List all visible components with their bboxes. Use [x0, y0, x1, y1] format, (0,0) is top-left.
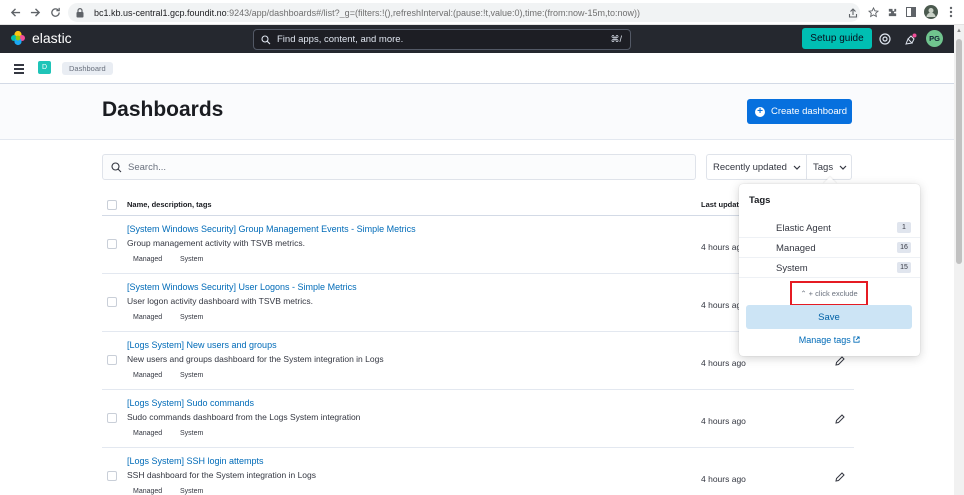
page-header: Dashboards + Create dashboard: [0, 84, 954, 140]
select-all-checkbox[interactable]: [107, 200, 117, 210]
manage-tags-link[interactable]: Manage tags: [739, 335, 920, 345]
external-link-icon: [853, 336, 860, 343]
scrollbar-thumb[interactable]: [956, 39, 962, 264]
tags-popover-title: Tags: [749, 195, 771, 206]
dashboard-title-link[interactable]: [Logs System] New users and groups: [127, 340, 277, 350]
row-checkbox[interactable]: [107, 355, 117, 365]
edit-pencil-icon[interactable]: [834, 355, 846, 367]
last-updated: 4 hours ago: [701, 358, 746, 368]
table-row: [Logs System] Sudo commands Sudo command…: [102, 390, 854, 448]
column-header-name[interactable]: Name, description, tags: [127, 200, 212, 209]
forward-icon[interactable]: [26, 3, 44, 21]
search-icon: [111, 161, 122, 172]
global-search-input[interactable]: Find apps, content, and more. ⌘/: [253, 29, 631, 50]
tag-option-label: System: [776, 263, 808, 274]
kibana-header: elastic Find apps, content, and more. ⌘/…: [0, 25, 964, 53]
tag-count-badge: 15: [897, 262, 911, 273]
save-button[interactable]: Save: [746, 305, 912, 329]
scroll-up-arrow-icon[interactable]: ▲: [956, 28, 962, 34]
more-vert-icon[interactable]: [942, 3, 960, 21]
dashboard-description: User logon activity dashboard with TSVB …: [127, 296, 313, 306]
search-shortcut-hint: ⌘/: [610, 34, 622, 44]
global-search-placeholder: Find apps, content, and more.: [277, 34, 404, 45]
share-icon[interactable]: [844, 4, 862, 22]
search-input[interactable]: [128, 161, 688, 173]
tag-count-badge: 16: [897, 242, 911, 253]
lock-icon: [76, 7, 86, 18]
sidebar-icon[interactable]: [902, 3, 920, 21]
create-dashboard-button[interactable]: + Create dashboard: [747, 99, 852, 124]
tag-badge[interactable]: System: [180, 372, 204, 379]
last-updated: 4 hours ago: [701, 416, 746, 426]
brand-name: elastic: [32, 30, 72, 46]
edit-pencil-icon[interactable]: [834, 413, 846, 425]
tags-label: Tags: [813, 161, 834, 173]
url-text: bc1.kb.us-central1.gcp.foundit.no:9243/a…: [94, 7, 641, 18]
browser-toolbar: bc1.kb.us-central1.gcp.foundit.no:9243/a…: [0, 0, 964, 25]
search-icon: [261, 34, 271, 44]
sort-dropdown[interactable]: Recently updated: [706, 154, 806, 180]
tag-badge[interactable]: System: [180, 314, 204, 321]
dashboard-title-link[interactable]: [System Windows Security] Group Manageme…: [127, 224, 416, 234]
back-icon[interactable]: [6, 3, 24, 21]
tag-option-managed[interactable]: Managed 16: [739, 238, 920, 258]
exclude-hint: ⌃ + click exclude: [790, 281, 868, 306]
column-header-last-updated[interactable]: Last updated: [701, 200, 739, 209]
manage-tags-label: Manage tags: [798, 335, 851, 345]
chevron-down-icon: [839, 165, 847, 170]
dashboard-description: Group management activity with TSVB metr…: [127, 238, 305, 248]
user-avatar[interactable]: PG: [926, 30, 943, 47]
tag-count-badge: 1: [897, 222, 911, 233]
tag-badge[interactable]: System: [180, 256, 204, 263]
tags-popover: Tags Elastic Agent 1 Managed 16 System 1…: [739, 184, 920, 356]
tag-badge[interactable]: System: [180, 488, 204, 495]
tag-badge[interactable]: Managed: [133, 430, 163, 437]
dashboard-description: Sudo commands dashboard from the Logs Sy…: [127, 412, 361, 422]
page-scrollbar[interactable]: ▲: [954, 25, 964, 495]
tag-option-system[interactable]: System 15: [739, 258, 920, 278]
row-checkbox[interactable]: [107, 471, 117, 481]
dashboard-title-link[interactable]: [Logs System] SSH login attempts: [127, 456, 264, 466]
row-checkbox[interactable]: [107, 297, 117, 307]
breadcrumb-bar: D Dashboard: [0, 53, 964, 84]
row-checkbox[interactable]: [107, 239, 117, 249]
address-bar[interactable]: bc1.kb.us-central1.gcp.foundit.no:9243/a…: [68, 3, 860, 22]
dashboard-description: New users and groups dashboard for the S…: [127, 354, 384, 364]
elastic-logo-icon: [11, 30, 25, 46]
breadcrumb[interactable]: Dashboard: [62, 62, 113, 75]
tag-badge[interactable]: Managed: [133, 372, 163, 379]
reload-icon[interactable]: [46, 3, 64, 21]
tag-badge[interactable]: Managed: [133, 488, 163, 495]
dashboard-title-link[interactable]: [Logs System] Sudo commands: [127, 398, 254, 408]
edit-pencil-icon[interactable]: [834, 471, 846, 483]
news-feed-icon[interactable]: [903, 32, 917, 46]
chevron-down-icon: [793, 165, 801, 170]
extensions-icon[interactable]: [883, 3, 901, 21]
tag-option-label: Elastic Agent: [776, 223, 831, 234]
dashboard-search-field[interactable]: [102, 154, 696, 180]
space-selector[interactable]: D: [38, 61, 51, 74]
tag-badge[interactable]: Managed: [133, 256, 163, 263]
plus-circle-icon: +: [755, 106, 765, 117]
row-checkbox[interactable]: [107, 413, 117, 423]
tag-badge[interactable]: Managed: [133, 314, 163, 321]
setup-guide-button[interactable]: Setup guide: [802, 28, 872, 49]
create-dashboard-label: Create dashboard: [771, 106, 848, 117]
dashboard-title-link[interactable]: [System Windows Security] User Logons - …: [127, 282, 357, 292]
sort-label: Recently updated: [713, 161, 787, 173]
elastic-logo[interactable]: elastic: [10, 30, 72, 46]
help-icon[interactable]: [878, 32, 892, 46]
tag-badge[interactable]: System: [180, 430, 204, 437]
page-title: Dashboards: [102, 98, 224, 121]
table-row: [Logs System] SSH login attempts SSH das…: [102, 448, 854, 495]
dashboard-description: SSH dashboard for the System integration…: [127, 470, 316, 480]
bookmark-star-icon[interactable]: [864, 4, 882, 22]
menu-icon[interactable]: [14, 64, 24, 74]
tag-option-elastic-agent[interactable]: Elastic Agent 1: [739, 218, 920, 238]
tag-option-label: Managed: [776, 243, 816, 254]
profile-avatar-icon[interactable]: [922, 3, 940, 21]
last-updated: 4 hours ago: [701, 474, 746, 484]
